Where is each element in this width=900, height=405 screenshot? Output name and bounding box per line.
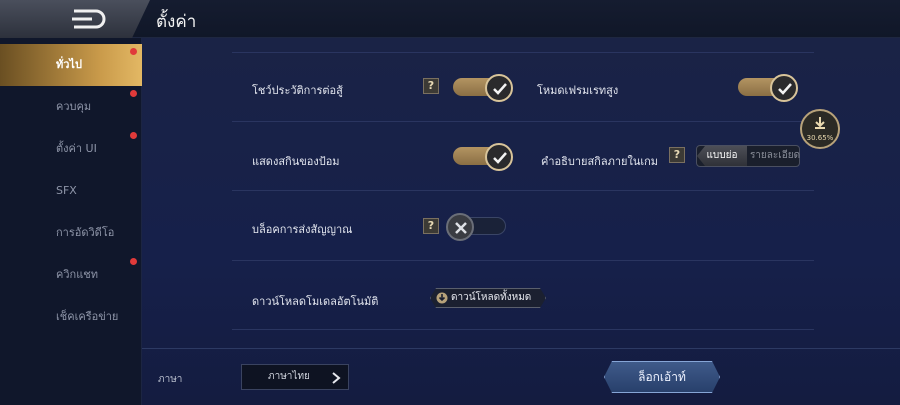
high-frame-mode-label: โหมดเฟรมเรทสูง bbox=[537, 84, 619, 97]
sidebar-item-label: ทั่วไป bbox=[56, 58, 82, 71]
checkmark-icon bbox=[493, 152, 507, 164]
block-signals-label: บล็อคการส่งสัญญาณ bbox=[252, 223, 353, 236]
show-battle-history-toggle[interactable] bbox=[453, 74, 513, 102]
sidebar-item-quick-chat[interactable]: ควิกแชท bbox=[0, 254, 142, 296]
sidebar-item-label: ควบคุม bbox=[56, 100, 92, 113]
option-detailed[interactable]: รายละเอียด bbox=[749, 146, 801, 166]
notification-badge bbox=[130, 48, 137, 55]
divider bbox=[232, 52, 814, 53]
divider bbox=[232, 190, 814, 191]
sidebar-item-label: เช็คเครือข่าย bbox=[56, 310, 119, 323]
download-all-label: ดาวน์โหลดทั้งหมด bbox=[451, 292, 532, 303]
chevron-right-icon bbox=[332, 372, 341, 384]
sidebar-item-label: การอัดวิดีโอ bbox=[56, 226, 115, 239]
sidebar-item-controls[interactable]: ควบคุม bbox=[0, 86, 142, 128]
show-tower-skin-toggle[interactable] bbox=[453, 143, 513, 171]
sidebar-item-label: ควิกแชท bbox=[56, 268, 99, 281]
block-signals-toggle[interactable] bbox=[446, 213, 506, 241]
language-label: ภาษา bbox=[158, 374, 183, 385]
download-percent: 30.65% bbox=[806, 134, 834, 142]
notification-badge bbox=[130, 132, 137, 139]
back-arrow-icon bbox=[72, 9, 106, 29]
download-all-button[interactable]: ดาวน์โหลดทั้งหมด bbox=[430, 288, 546, 308]
sidebar-item-network-check[interactable]: เช็คเครือข่าย bbox=[0, 296, 142, 338]
skill-download-progress[interactable]: 30.65% bbox=[800, 109, 840, 149]
show-tower-skin-label: แสดงสกินของป้อม bbox=[252, 155, 340, 168]
notification-badge bbox=[130, 258, 137, 265]
high-frame-mode-toggle[interactable] bbox=[738, 74, 798, 102]
download-icon bbox=[436, 292, 448, 304]
sidebar-item-video-recording[interactable]: การอัดวิดีโอ bbox=[0, 212, 142, 254]
auto-download-model-label: ดาวน์โหลดโมเดลอัตโนมัติ bbox=[252, 295, 379, 308]
sidebar-item-ui-settings[interactable]: ตั้งค่า UI bbox=[0, 128, 142, 170]
divider bbox=[232, 260, 814, 261]
sidebar-item-label: SFX bbox=[56, 184, 77, 197]
divider bbox=[232, 329, 814, 330]
checkmark-icon bbox=[493, 83, 507, 95]
notification-badge bbox=[130, 90, 137, 97]
sidebar-item-sfx[interactable]: SFX bbox=[0, 170, 142, 212]
sidebar-item-general[interactable]: ทั่วไป bbox=[0, 44, 142, 86]
page-title: ตั้งค่า bbox=[156, 12, 197, 32]
back-button[interactable] bbox=[0, 0, 150, 38]
settings-panel: โชว์ประวัติการต่อสู้ ? โหมดเฟรมเรทสูง แส… bbox=[142, 38, 900, 405]
skill-description-label: คำอธิบายสกิลภายในเกม bbox=[541, 155, 659, 168]
divider bbox=[142, 348, 900, 349]
help-button[interactable]: ? bbox=[669, 147, 685, 163]
header-bar: ตั้งค่า bbox=[0, 0, 900, 38]
sidebar: ทั่วไป ควบคุม ตั้งค่า UI SFX การอัดวิดีโ… bbox=[0, 38, 142, 405]
download-icon bbox=[815, 117, 825, 129]
language-select[interactable]: ภาษาไทย bbox=[241, 364, 349, 390]
sidebar-item-label: ตั้งค่า UI bbox=[56, 142, 97, 155]
option-brief[interactable]: แบบย่อ bbox=[697, 146, 747, 166]
close-icon bbox=[455, 222, 467, 234]
checkmark-icon bbox=[778, 83, 792, 95]
skill-description-selector[interactable]: แบบย่อ รายละเอียด bbox=[696, 145, 800, 167]
show-battle-history-label: โชว์ประวัติการต่อสู้ bbox=[252, 84, 343, 97]
logout-button[interactable]: ล็อกเอ้าท์ bbox=[604, 361, 720, 393]
help-button[interactable]: ? bbox=[423, 78, 439, 94]
language-value: ภาษาไทย bbox=[268, 371, 310, 382]
divider bbox=[232, 121, 814, 122]
help-button[interactable]: ? bbox=[423, 218, 439, 234]
